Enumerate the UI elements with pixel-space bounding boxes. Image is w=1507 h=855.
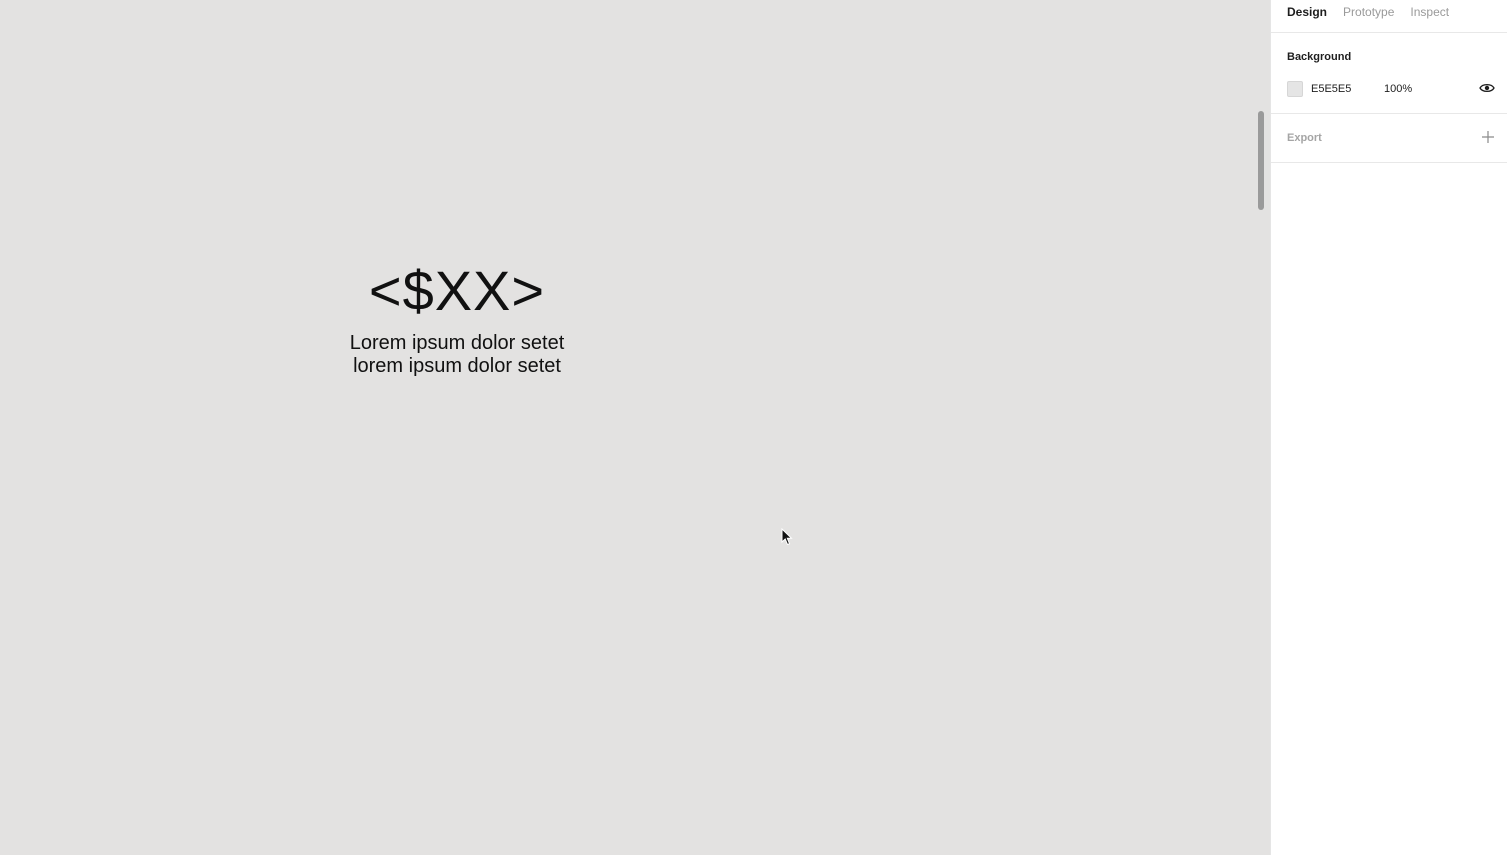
background-title: Background [1287,51,1352,63]
eye-icon[interactable] [1479,82,1495,94]
mouse-cursor-icon [781,528,793,546]
price-text[interactable]: <$XX> [300,258,614,324]
frame-content[interactable]: <$XX> Lorem ipsum dolor setet lorem ipsu… [300,258,614,378]
background-opacity-value[interactable]: 100% [1384,83,1412,95]
tab-inspect[interactable]: Inspect [1410,5,1449,19]
plus-icon[interactable] [1481,130,1495,144]
scrollbar-thumb[interactable] [1258,111,1264,210]
design-canvas[interactable]: <$XX> Lorem ipsum dolor setet lorem ipsu… [0,0,1270,855]
panel-tabs: Design Prototype Inspect [1271,0,1507,33]
export-title: Export [1287,132,1322,144]
background-fill-row: E5E5E5 100% [1287,81,1491,97]
app-window: <$XX> Lorem ipsum dolor setet lorem ipsu… [0,0,1507,855]
description-line-2: lorem ipsum dolor setet [353,355,561,377]
description-line-1: Lorem ipsum dolor setet [349,332,565,354]
background-color-swatch[interactable] [1287,81,1303,97]
export-section: Export [1271,114,1507,163]
tab-design[interactable]: Design [1287,5,1327,19]
background-hex-value[interactable]: E5E5E5 [1311,83,1384,95]
background-section: Background E5E5E5 100% [1271,33,1507,114]
tab-prototype[interactable]: Prototype [1343,5,1394,19]
properties-panel: Design Prototype Inspect Background E5E5… [1270,0,1507,855]
description-text[interactable]: Lorem ipsum dolor setet lorem ipsum dolo… [300,332,614,378]
